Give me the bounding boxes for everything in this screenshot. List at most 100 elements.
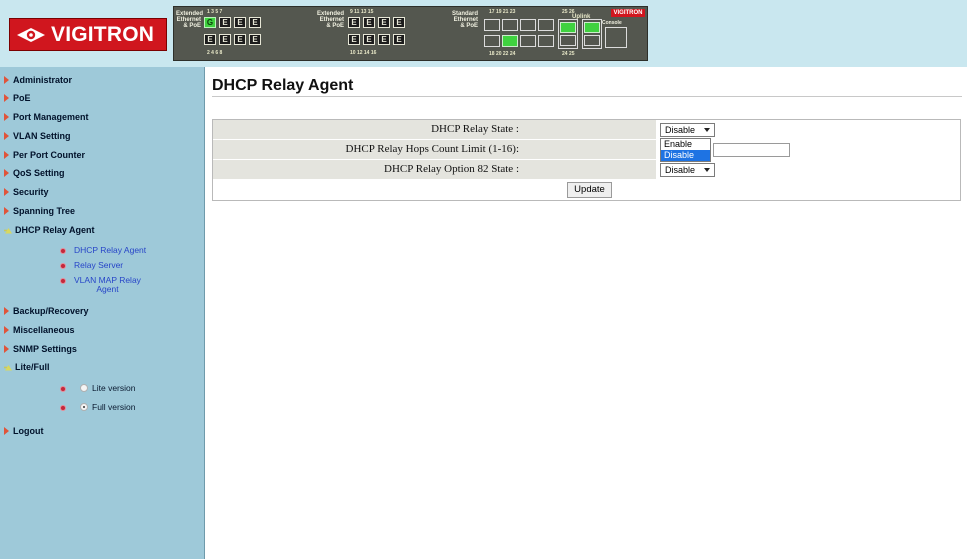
uplink-port-26[interactable] bbox=[582, 19, 602, 49]
port-22[interactable] bbox=[520, 35, 536, 47]
port-19[interactable] bbox=[502, 19, 518, 31]
port-9[interactable]: E bbox=[348, 17, 360, 28]
dropdown-option-disable[interactable]: Disable bbox=[661, 150, 710, 161]
port-6[interactable]: E bbox=[234, 34, 246, 45]
port-20-active[interactable] bbox=[502, 35, 518, 47]
option82-state-select[interactable]: Disable bbox=[660, 163, 715, 177]
port-14[interactable]: E bbox=[378, 34, 390, 45]
port-numbers-bottom: 10 12 14 16 bbox=[350, 50, 377, 56]
port-11[interactable]: E bbox=[363, 17, 375, 28]
form-row-relay-state: DHCP Relay State : Disable bbox=[213, 120, 960, 140]
form-row-option82: DHCP Relay Option 82 State : Disable bbox=[213, 160, 960, 180]
port-10[interactable]: E bbox=[348, 34, 360, 45]
arrow-right-icon bbox=[4, 151, 9, 159]
bullet-icon bbox=[60, 248, 66, 254]
port-13[interactable]: E bbox=[378, 17, 390, 28]
relay-state-dropdown-list: Enable Disable bbox=[660, 138, 711, 162]
expanded-arrow-icon bbox=[4, 364, 12, 370]
sidebar-item-dhcp-relay-agent[interactable]: DHCP Relay Agent bbox=[4, 225, 95, 235]
arrow-right-icon bbox=[4, 188, 9, 196]
hops-limit-input[interactable] bbox=[713, 143, 790, 157]
lite-version-radio[interactable] bbox=[80, 384, 88, 392]
port-4[interactable]: E bbox=[219, 34, 231, 45]
expanded-arrow-icon bbox=[4, 227, 12, 233]
sidebar-item-security[interactable]: Security bbox=[4, 187, 49, 197]
brand-logo: VIGITRON bbox=[9, 18, 167, 51]
sidebar-subitem-relay-server[interactable]: Relay Server bbox=[60, 261, 123, 270]
switch-front-panel: Extended Ethernet & PoE 1 3 5 7 G E E E … bbox=[173, 6, 648, 61]
arrow-right-icon bbox=[4, 427, 9, 435]
chevron-down-icon bbox=[704, 128, 710, 132]
port-numbers-top: 9 11 13 15 bbox=[350, 9, 374, 15]
arrow-right-icon bbox=[4, 307, 9, 315]
full-version-option[interactable]: Full version bbox=[60, 402, 135, 412]
arrow-right-icon bbox=[4, 94, 9, 102]
port-17[interactable] bbox=[484, 19, 500, 31]
title-divider bbox=[212, 96, 962, 97]
relay-state-label: DHCP Relay State : bbox=[213, 120, 656, 139]
arrow-right-icon bbox=[4, 207, 9, 215]
port-numbers-bottom: 2 4 6 8 bbox=[207, 50, 223, 56]
port-12[interactable]: E bbox=[363, 34, 375, 45]
port-16[interactable]: E bbox=[393, 34, 405, 45]
port-7[interactable]: E bbox=[249, 17, 261, 28]
sidebar-item-backup-recovery[interactable]: Backup/Recovery bbox=[4, 306, 89, 316]
sidebar-item-port-management[interactable]: Port Management bbox=[4, 112, 89, 122]
full-version-radio[interactable] bbox=[80, 403, 88, 411]
port-24[interactable] bbox=[538, 35, 554, 47]
sidebar-item-per-port-counter[interactable]: Per Port Counter bbox=[4, 150, 85, 160]
port-group-label: Standard Ethernet & PoE bbox=[451, 11, 478, 29]
panel-brand-logo: VIGITRON bbox=[611, 9, 645, 17]
dhcp-relay-form: DHCP Relay State : Disable DHCP Relay Ho… bbox=[212, 119, 961, 201]
port-23[interactable] bbox=[538, 19, 554, 31]
bullet-icon bbox=[60, 405, 66, 411]
sidebar-item-vlan-setting[interactable]: VLAN Setting bbox=[4, 131, 71, 141]
port-numbers-bottom: 18 20 22 24 bbox=[489, 51, 516, 57]
lite-version-option[interactable]: Lite version bbox=[60, 383, 135, 393]
update-button[interactable]: Update bbox=[567, 182, 612, 198]
port-21[interactable] bbox=[520, 19, 536, 31]
page-title: DHCP Relay Agent bbox=[212, 77, 354, 94]
console-label: Console bbox=[602, 20, 622, 26]
uplink-numbers-bottom: 24 25 bbox=[562, 51, 575, 57]
relay-state-select[interactable]: Disable bbox=[660, 123, 715, 137]
bullet-icon bbox=[60, 278, 66, 284]
arrow-right-icon bbox=[4, 345, 9, 353]
sidebar-subitem-dhcp-relay-agent[interactable]: DHCP Relay Agent bbox=[60, 246, 146, 255]
sidebar-item-administrator[interactable]: Administrator bbox=[4, 75, 72, 85]
sidebar-item-lite-full[interactable]: Lite/Full bbox=[4, 362, 50, 372]
arrow-right-icon bbox=[4, 132, 9, 140]
arrow-right-icon bbox=[4, 326, 9, 334]
bullet-icon bbox=[60, 263, 66, 269]
sidebar-item-qos-setting[interactable]: QoS Setting bbox=[4, 168, 65, 178]
port-2[interactable]: E bbox=[204, 34, 216, 45]
option82-label: DHCP Relay Option 82 State : bbox=[213, 160, 656, 179]
port-5[interactable]: E bbox=[234, 17, 246, 28]
arrow-right-icon bbox=[4, 76, 9, 84]
port-1-active[interactable]: G bbox=[204, 17, 216, 28]
dropdown-option-enable[interactable]: Enable bbox=[661, 139, 710, 150]
sidebar-item-miscellaneous[interactable]: Miscellaneous bbox=[4, 325, 75, 335]
sidebar-subitem-vlan-map-relay-agent[interactable]: VLAN MAP Relay Agent bbox=[60, 276, 141, 294]
hops-limit-label: DHCP Relay Hops Count Limit (1-16): bbox=[213, 140, 656, 159]
port-group-label: Extended Ethernet & PoE bbox=[316, 11, 344, 29]
sidebar-item-spanning-tree[interactable]: Spanning Tree bbox=[4, 206, 75, 216]
sidebar-menu: Administrator PoE Port Management VLAN S… bbox=[0, 67, 205, 559]
arrow-right-icon bbox=[4, 169, 9, 177]
port-18[interactable] bbox=[484, 35, 500, 47]
port-15[interactable]: E bbox=[393, 17, 405, 28]
port-3[interactable]: E bbox=[219, 17, 231, 28]
sidebar-item-snmp-settings[interactable]: SNMP Settings bbox=[4, 344, 77, 354]
port-numbers-top: 1 3 5 7 bbox=[207, 9, 223, 15]
sidebar-item-logout[interactable]: Logout bbox=[4, 426, 44, 436]
form-row-actions: Update bbox=[213, 180, 960, 200]
brand-name: VIGITRON bbox=[51, 22, 155, 46]
uplink-port-25[interactable] bbox=[558, 19, 578, 49]
port-group-label: Extended Ethernet & PoE bbox=[176, 11, 204, 29]
port-8[interactable]: E bbox=[249, 34, 261, 45]
console-port bbox=[605, 27, 627, 48]
bullet-icon bbox=[60, 386, 66, 392]
sidebar-item-poe[interactable]: PoE bbox=[4, 93, 31, 103]
eye-logo-icon bbox=[17, 27, 45, 42]
chevron-down-icon bbox=[704, 168, 710, 172]
